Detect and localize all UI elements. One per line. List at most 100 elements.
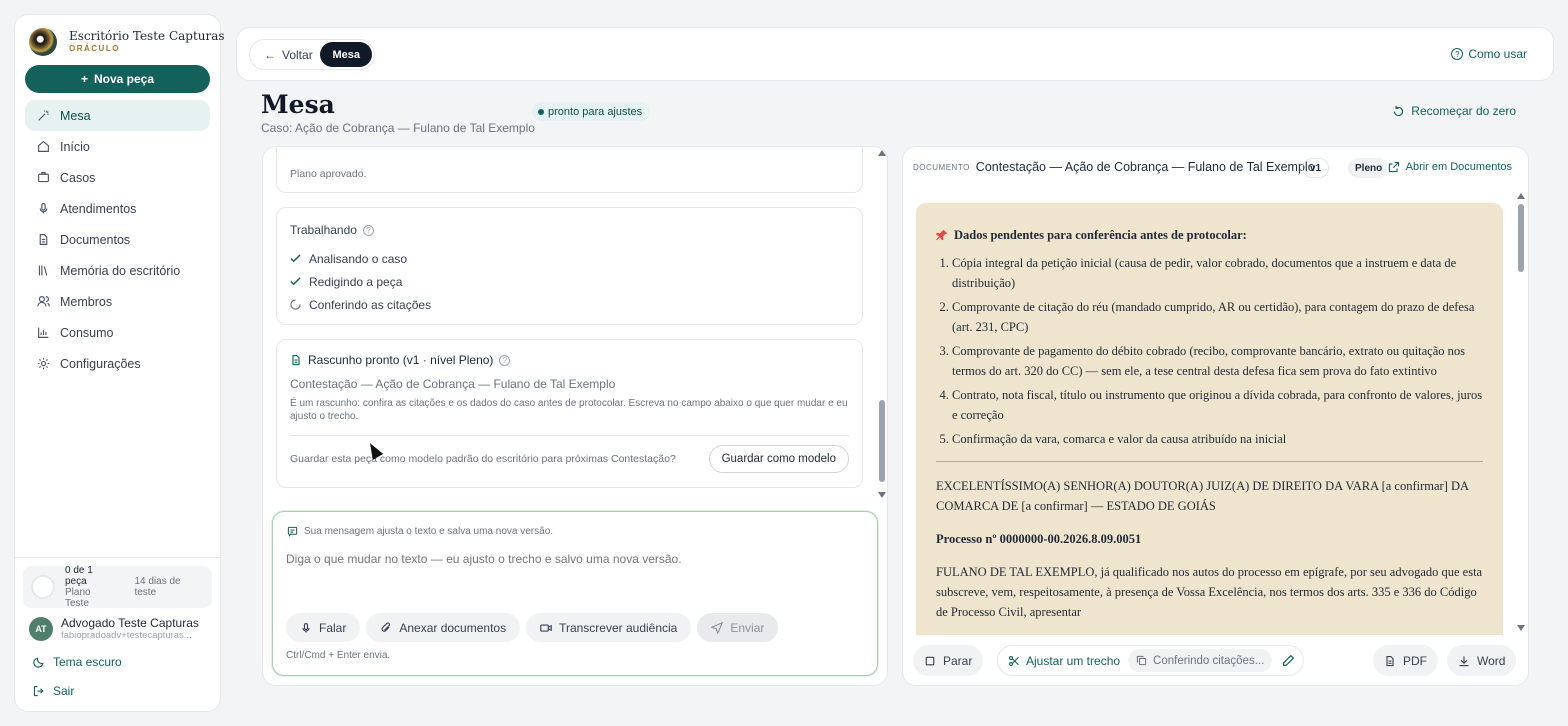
steps-list: Analisando o caso Redigindo a peça Confe…: [290, 247, 849, 316]
help-icon: ?: [1451, 48, 1464, 60]
sidebar-item-label: Documentos: [60, 232, 131, 247]
back-label: Voltar: [282, 47, 313, 62]
message-input[interactable]: [286, 552, 864, 606]
avatar: AT: [29, 616, 53, 641]
scroll-up-icon[interactable]: [878, 150, 886, 156]
scroll-down-icon[interactable]: [1517, 625, 1525, 631]
sidebar-item-label: Mesa: [60, 108, 91, 123]
step-item: Conferindo as citações: [290, 293, 849, 316]
word-label: Word: [1477, 653, 1506, 668]
pending-title-text: Dados pendentes para conferência antes d…: [954, 228, 1247, 242]
brand-title: Escritório Teste Capturas: [69, 29, 225, 43]
draft-note: É um rascunho: confira as citações e os …: [290, 398, 848, 422]
bar-chart-icon: [37, 326, 50, 339]
checking-citations-chip: Conferindo citações...: [1128, 649, 1273, 672]
sidebar-item-label: Início: [60, 139, 90, 154]
home-icon: [37, 140, 50, 153]
pencil-icon[interactable]: [1282, 654, 1295, 667]
pdf-button[interactable]: PDF: [1373, 645, 1438, 676]
divider: [936, 461, 1483, 462]
working-title: Trabalhando: [290, 223, 357, 237]
sidebar-item-membros[interactable]: Membros: [25, 286, 210, 317]
back-button[interactable]: ← Voltar: [264, 48, 313, 62]
new-piece-label: Nova peça: [93, 72, 155, 86]
stop-label: Parar: [943, 653, 973, 668]
wand-icon: [37, 109, 50, 122]
pdf-label: PDF: [1403, 653, 1427, 668]
user-profile[interactable]: AT Advogado Teste Capturas fabiopradoadv…: [15, 608, 220, 641]
stop-button[interactable]: Parar: [913, 645, 984, 676]
document-panel: DOCUMENTO Contestação — Ação de Cobrança…: [902, 146, 1529, 686]
chat-scroll-thumb[interactable]: [879, 400, 885, 482]
current-page-pill[interactable]: Mesa: [320, 42, 372, 67]
new-piece-button[interactable]: + Nova peça: [25, 65, 210, 93]
sidebar-item-documentos[interactable]: Documentos: [25, 224, 210, 255]
composer-hint-text: Sua mensagem ajusta o texto e salva uma …: [304, 526, 554, 537]
sidebar-item-casos[interactable]: Casos: [25, 162, 210, 193]
refresh-icon: [1394, 105, 1404, 116]
list-item: Confirmação da vara, comarca e valor da …: [952, 429, 1483, 449]
message-composer: Sua mensagem ajusta o texto e salva uma …: [272, 511, 878, 676]
pin-icon: [936, 229, 948, 241]
transcribe-label: Transcrever audiência: [559, 620, 678, 635]
level-badge: Pleno: [1348, 158, 1390, 178]
document-icon: [292, 354, 300, 366]
adjust-section-button[interactable]: Ajustar um trecho: [1008, 654, 1120, 668]
sidebar-item-inicio[interactable]: Início: [25, 131, 210, 162]
plan-usage[interactable]: 0 de 1 peça Plano Teste 14 dias de teste: [23, 565, 212, 609]
library-icon: [37, 264, 50, 277]
sidebar-item-memoria[interactable]: Memória do escritório: [25, 255, 210, 286]
step-label: Conferindo as citações: [309, 297, 432, 312]
help-icon[interactable]: ?: [499, 354, 511, 366]
document-toolbar: Parar Ajustar um trecho Conferindo citaç…: [913, 645, 1518, 677]
save-template-question: Guardar esta peça como modelo padrão do …: [290, 453, 676, 465]
external-link-icon: [1388, 161, 1399, 173]
help-link[interactable]: ? Como usar: [1451, 47, 1527, 61]
open-in-documents-label: Abrir em Documentos: [1405, 161, 1512, 173]
sidebar-item-consumo[interactable]: Consumo: [25, 317, 210, 348]
document-content[interactable]: Dados pendentes para conferência antes d…: [916, 203, 1503, 635]
check-icon: [290, 277, 301, 286]
logout-label: Sair: [53, 683, 75, 698]
version-badge[interactable]: v1: [1302, 158, 1330, 178]
user-email: fabiopradoadv+testecapturas...: [61, 630, 192, 641]
sidebar-item-label: Memória do escritório: [60, 263, 181, 278]
plan-count: 0 de 1 peça: [65, 565, 93, 587]
transcribe-button[interactable]: Transcrever audiência: [526, 613, 692, 642]
adjust-label: Ajustar um trecho: [1026, 653, 1121, 668]
sidebar-item-mesa[interactable]: Mesa: [25, 100, 210, 131]
scroll-down-icon[interactable]: [878, 492, 886, 498]
sidebar-footer: 0 de 1 peça Plano Teste 14 dias de teste…: [15, 557, 220, 711]
intro-paragraph: FULANO DE TAL EXEMPLO, já qualificado no…: [936, 565, 1483, 619]
speak-button[interactable]: Falar: [286, 613, 361, 642]
scroll-up-icon[interactable]: [1517, 193, 1525, 199]
plus-icon: +: [80, 72, 88, 86]
open-in-documents-link[interactable]: Abrir em Documentos: [1388, 161, 1512, 173]
step-item: Analisando o caso: [290, 247, 849, 270]
logout-link[interactable]: Sair: [15, 676, 220, 705]
edit-group: Ajustar um trecho Conferindo citações...: [997, 645, 1304, 676]
video-icon: [540, 623, 552, 632]
arrow-left-icon: ←: [264, 47, 276, 62]
composer-hint: Sua mensagem ajusta o texto e salva uma …: [287, 526, 553, 537]
user-name: Advogado Teste Capturas: [61, 616, 199, 630]
attach-button[interactable]: Anexar documentos: [366, 613, 521, 642]
restart-button[interactable]: Recomeçar do zero: [1392, 104, 1516, 118]
brand[interactable]: Escritório Teste Capturas ORÁCULO: [15, 15, 225, 65]
mic-icon: [302, 622, 310, 632]
draft-card: Rascunho pronto (v1 · nível Pleno) ? Con…: [276, 339, 863, 488]
send-button[interactable]: Enviar: [697, 613, 779, 642]
save-as-template-button[interactable]: Guardar como modelo: [708, 445, 849, 473]
document-scroll-thumb[interactable]: [1518, 204, 1524, 272]
sidebar-item-configuracoes[interactable]: Configurações: [25, 348, 210, 379]
restart-label: Recomeçar do zero: [1411, 104, 1516, 118]
word-button[interactable]: Word: [1447, 645, 1517, 676]
step-label: Redigindo a peça: [309, 274, 403, 289]
gear-icon: [37, 357, 50, 370]
theme-toggle[interactable]: Tema escuro: [15, 647, 220, 676]
sidebar-item-atendimentos[interactable]: Atendimentos: [25, 193, 210, 224]
check-icon: [290, 254, 301, 263]
spinner-icon: [290, 299, 301, 310]
help-icon[interactable]: ?: [362, 224, 374, 236]
scissors-icon: [1008, 655, 1019, 666]
